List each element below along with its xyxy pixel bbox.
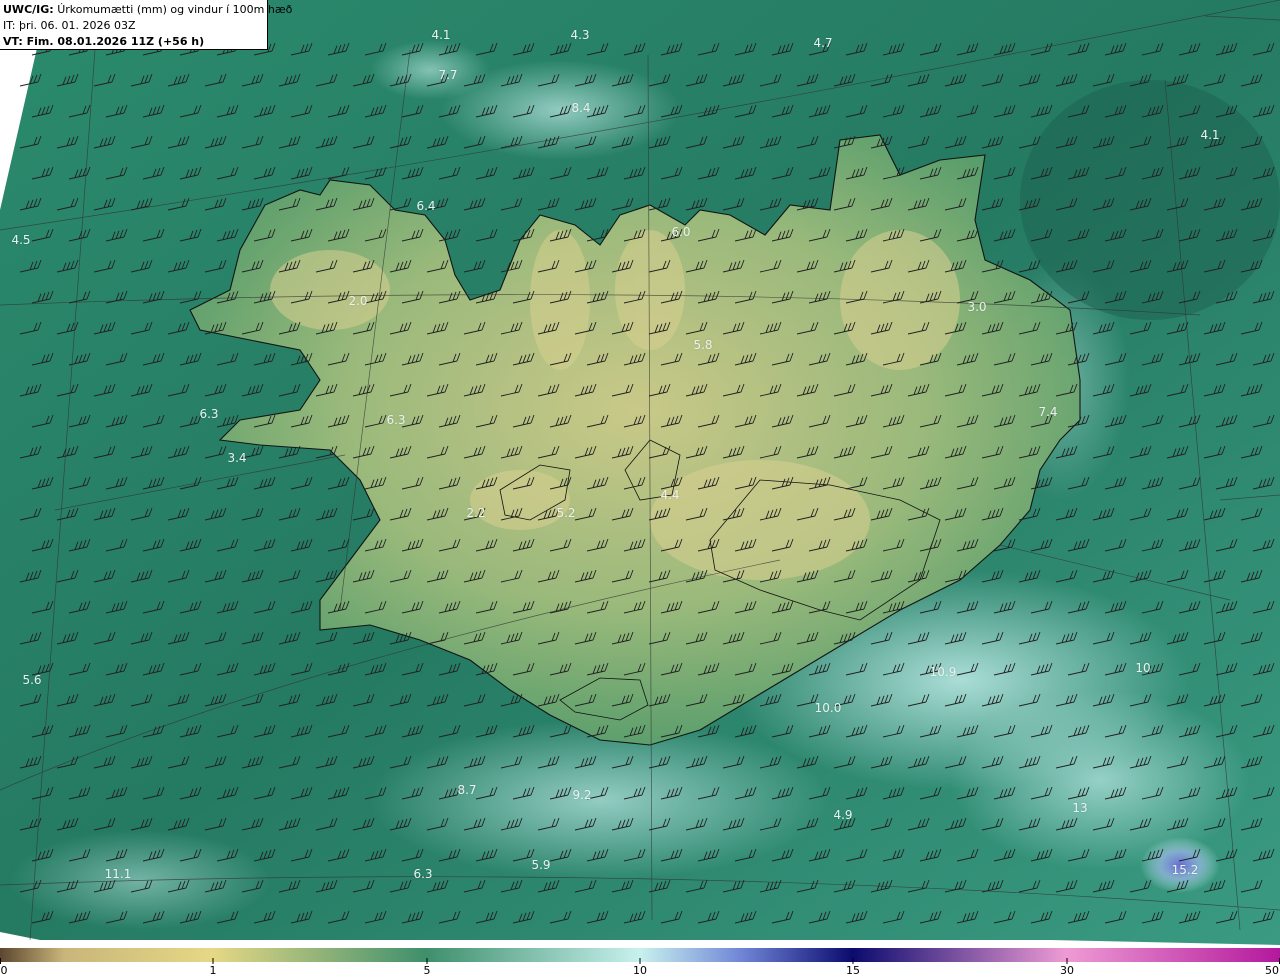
precip-value-label: 9.2: [572, 788, 592, 802]
sea-light-patch: [370, 720, 830, 880]
precip-value-label: 8.4: [571, 101, 591, 115]
valid-time-text: VT: Fim. 08.01.2026 11Z (+56 h): [3, 35, 205, 48]
precip-value-label: 4.9: [833, 808, 853, 822]
valid-time: VT: Fim. 08.01.2026 11Z (+56 h): [3, 34, 267, 50]
title-text: Úrkomumætti (mm) og vindur í 100m hæð: [57, 3, 293, 16]
colorbar-tick-30: 30: [1060, 964, 1074, 977]
precip-value-label: 10.9: [929, 665, 957, 679]
sea-light-patch: [10, 830, 270, 930]
precip-value-label: 7.7: [438, 68, 458, 82]
initial-time: IT: þri. 06. 01. 2026 03Z: [3, 19, 136, 32]
precip-value-label: 2.0: [348, 294, 368, 308]
precip-value-label: 3.4: [227, 451, 247, 465]
precip-value-label: 5.6: [22, 673, 42, 687]
precip-value-label: 6.0: [671, 225, 691, 239]
precip-value-label: 10.0: [814, 701, 842, 715]
precip-value-label: 11.1: [104, 867, 132, 881]
precip-value-label: 4.3: [570, 28, 590, 42]
title-prefix: UWC/IG:: [3, 3, 54, 16]
precip-value-label: 13: [1072, 801, 1088, 815]
precip-value-label: 4.5: [11, 233, 31, 247]
precip-value-label: 5.8: [693, 338, 713, 352]
precip-value-label: 4.1: [431, 28, 451, 42]
colorbar-tick-1: 1: [209, 964, 217, 977]
colorbar-tick-5: 5: [423, 964, 431, 977]
colorbar: 0 1 5 10 15 30 50: [0, 948, 1280, 978]
sea-light-patch: [950, 690, 1250, 870]
precip-value-label: 4.1: [1200, 128, 1220, 142]
precip-value-label: 7.4: [1038, 405, 1058, 419]
colorbar-tick-50: 50: [1265, 964, 1279, 977]
sea-light-patch: [370, 40, 490, 100]
precip-value-label: 15.2: [1171, 863, 1199, 877]
precipitation-map: [0, 0, 1280, 945]
precip-value-label: 5.2: [556, 506, 576, 520]
precip-value-label: 3.0: [967, 300, 987, 314]
precip-value-label: 2.2: [466, 506, 486, 520]
title-row: UWC/IG: Úrkomumætti (mm) og vindur í 100…: [3, 2, 292, 18]
colorbar-tick-10: 10: [633, 964, 647, 977]
colorbar-gradient: [0, 948, 1280, 964]
precip-value-label: 6.3: [413, 867, 433, 881]
precip-value-label: 10: [1135, 661, 1151, 675]
precip-value-label: 4.4: [660, 488, 680, 502]
colorbar-tick-15: 15: [846, 964, 860, 977]
precip-value-label: 6.4: [416, 199, 436, 213]
colorbar-tick-0: 0: [0, 964, 8, 977]
map-info-box: UWC/IG: Úrkomumætti (mm) og vindur í 100…: [0, 0, 292, 50]
precip-value-label: 8.7: [457, 783, 477, 797]
precip-value-label: 6.3: [386, 413, 406, 427]
precip-value-label: 6.3: [199, 407, 219, 421]
precip-value-label: 5.9: [531, 858, 551, 872]
map-view: 4.1 4.3 4.7 7.7 8.4 4.1 4.5 6.4 6.0 2.0 3.0 5.8 6.3 6…: [0, 0, 1280, 948]
precip-value-label: 4.7: [813, 36, 833, 50]
